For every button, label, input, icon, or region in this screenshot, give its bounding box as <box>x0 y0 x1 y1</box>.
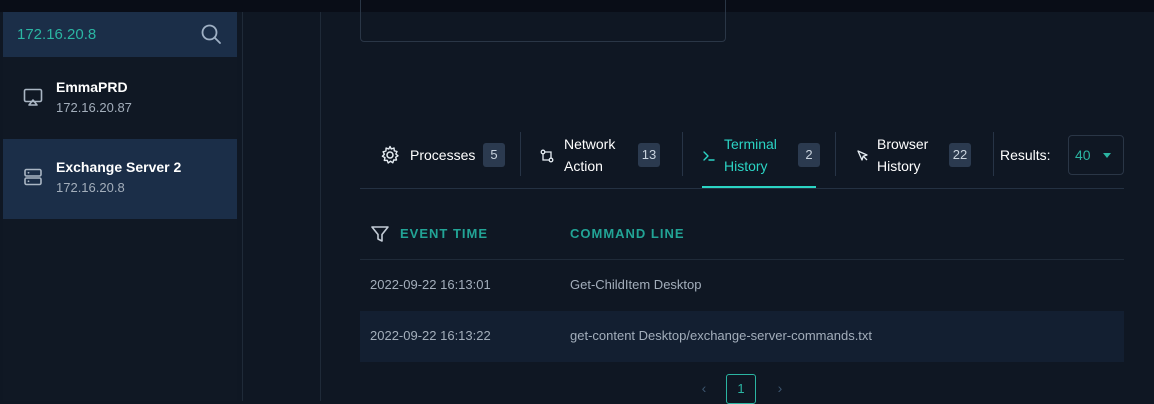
results-per-page-select[interactable]: 40 <box>1068 135 1124 175</box>
device-ip: 172.16.20.8 <box>56 180 125 195</box>
device-ip: 172.16.20.87 <box>56 100 132 115</box>
tab-processes[interactable]: Processes 5 <box>360 127 510 187</box>
tab-terminal-history[interactable]: Terminal History 2 <box>696 127 822 187</box>
tab-label-line1: Browser <box>877 136 929 152</box>
terminal-icon <box>703 151 715 161</box>
tab-separator <box>993 132 994 176</box>
results-label: Results: <box>1000 147 1051 163</box>
tab-label-line2: History <box>877 158 921 174</box>
count-badge: 13 <box>638 143 660 167</box>
network-icon <box>540 149 554 163</box>
count-badge: 22 <box>949 143 971 167</box>
gear-icon <box>381 145 399 164</box>
table-row[interactable]: 2022-09-22 16:13:01 Get-ChildItem Deskto… <box>360 260 1124 311</box>
device-search[interactable]: 172.16.20.8 <box>3 12 237 57</box>
tab-separator <box>682 132 683 176</box>
table-row[interactable]: 2022-09-22 16:13:22 get-content Desktop/… <box>360 311 1124 362</box>
page-button-current[interactable]: 1 <box>726 374 756 404</box>
filter-icon[interactable] <box>370 224 390 244</box>
tab-label-line1: Terminal <box>724 136 777 152</box>
device-item-exchange-server-2[interactable]: Exchange Server 2 172.16.20.8 <box>3 139 237 219</box>
results-value: 40 <box>1075 147 1091 163</box>
prev-page-button[interactable]: ‹ <box>690 374 718 402</box>
event-time-cell: 2022-09-22 16:13:22 <box>370 328 491 343</box>
tab-label: Processes <box>410 147 476 163</box>
server-icon <box>24 168 42 186</box>
event-time-cell: 2022-09-22 16:13:01 <box>370 277 491 292</box>
tab-label-line2: Action <box>564 158 603 174</box>
tab-separator <box>835 132 836 176</box>
tab-bar: Processes 5 Network Action 13 Terminal H… <box>360 127 1124 189</box>
details-card <box>360 0 726 42</box>
count-badge: 5 <box>483 143 505 167</box>
cast-icon <box>23 88 43 106</box>
search-icon[interactable] <box>200 23 222 45</box>
command-line-cell: get-content Desktop/exchange-server-comm… <box>570 328 873 343</box>
active-tab-indicator <box>702 186 816 188</box>
pagination: ‹ 1 › <box>690 374 800 404</box>
table-header: EVENT TIME COMMAND LINE <box>360 208 1124 260</box>
count-badge: 2 <box>798 143 820 167</box>
tab-label-line1: Network <box>564 136 616 152</box>
command-line-cell: Get-ChildItem Desktop <box>570 277 702 292</box>
tab-label-line2: History <box>724 158 768 174</box>
search-input[interactable]: 172.16.20.8 <box>17 26 96 43</box>
device-item-emmaprd[interactable]: EmmaPRD 172.16.20.87 <box>3 59 237 139</box>
column-header-event-time[interactable]: EVENT TIME <box>400 226 488 241</box>
column-divider <box>320 12 321 401</box>
column-header-command-line[interactable]: COMMAND LINE <box>570 226 685 241</box>
tab-browser-history[interactable]: Browser History 22 <box>850 127 974 187</box>
caret-down-icon <box>1103 153 1111 158</box>
tab-separator <box>520 132 521 176</box>
device-name: EmmaPRD <box>56 79 128 95</box>
tab-network-action[interactable]: Network Action 13 <box>532 127 668 187</box>
column-divider <box>242 12 243 401</box>
device-sidebar: 172.16.20.8 EmmaPRD 172.16.20.87 Exchang… <box>3 12 237 401</box>
device-name: Exchange Server 2 <box>56 159 182 175</box>
cursor-icon <box>857 150 868 161</box>
next-page-button[interactable]: › <box>766 374 794 402</box>
